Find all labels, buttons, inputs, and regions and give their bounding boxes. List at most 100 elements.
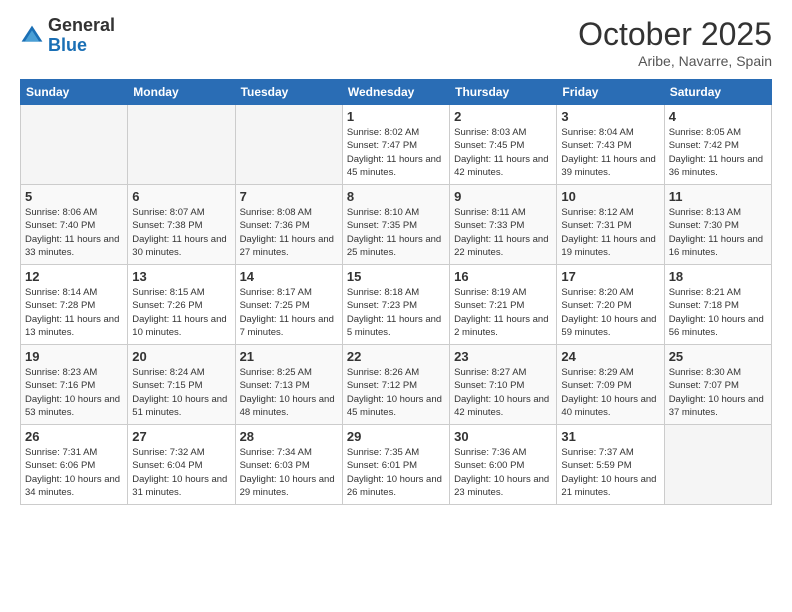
day-info: Sunrise: 7:37 AM Sunset: 5:59 PM Dayligh… <box>561 446 659 499</box>
day-number: 22 <box>347 349 445 364</box>
day-number: 8 <box>347 189 445 204</box>
week-row-4: 19 Sunrise: 8:23 AM Sunset: 7:16 PM Dayli… <box>21 345 772 425</box>
day-cell: 17 Sunrise: 8:20 AM Sunset: 7:20 PM Dayli… <box>557 265 664 345</box>
day-number: 26 <box>25 429 123 444</box>
day-info: Sunrise: 8:10 AM Sunset: 7:35 PM Dayligh… <box>347 206 445 259</box>
header-cell-monday: Monday <box>128 80 235 105</box>
day-number: 27 <box>132 429 230 444</box>
logo-blue-text: Blue <box>48 35 87 55</box>
day-cell: 8 Sunrise: 8:10 AM Sunset: 7:35 PM Daylig… <box>342 185 449 265</box>
week-row-5: 26 Sunrise: 7:31 AM Sunset: 6:06 PM Dayli… <box>21 425 772 505</box>
day-cell: 30 Sunrise: 7:36 AM Sunset: 6:00 PM Dayli… <box>450 425 557 505</box>
day-cell: 14 Sunrise: 8:17 AM Sunset: 7:25 PM Dayli… <box>235 265 342 345</box>
day-cell: 13Sunrise: 8:15 AM Sunset: 7:26 PM Dayli… <box>128 265 235 345</box>
day-cell: 22Sunrise: 8:26 AM Sunset: 7:12 PM Dayli… <box>342 345 449 425</box>
calendar-table: SundayMondayTuesdayWednesdayThursdayFrid… <box>20 79 772 505</box>
day-info: Sunrise: 8:20 AM Sunset: 7:20 PM Dayligh… <box>561 286 659 339</box>
day-number: 18 <box>669 269 767 284</box>
day-cell: 3Sunrise: 8:04 AM Sunset: 7:43 PM Daylig… <box>557 105 664 185</box>
day-info: Sunrise: 8:25 AM Sunset: 7:13 PM Dayligh… <box>240 366 338 419</box>
month-title: October 2025 <box>578 16 772 53</box>
week-row-3: 12 Sunrise: 8:14 AM Sunset: 7:28 PM Dayli… <box>21 265 772 345</box>
day-number: 23 <box>454 349 552 364</box>
day-info: Sunrise: 8:29 AM Sunset: 7:09 PM Dayligh… <box>561 366 659 419</box>
day-number: 24 <box>561 349 659 364</box>
day-cell: 18Sunrise: 8:21 AM Sunset: 7:18 PM Dayli… <box>664 265 771 345</box>
day-cell: 19 Sunrise: 8:23 AM Sunset: 7:16 PM Dayli… <box>21 345 128 425</box>
header-cell-friday: Friday <box>557 80 664 105</box>
day-info: Sunrise: 8:24 AM Sunset: 7:15 PM Dayligh… <box>132 366 230 419</box>
day-cell: 16Sunrise: 8:19 AM Sunset: 7:21 PM Dayli… <box>450 265 557 345</box>
day-number: 14 <box>240 269 338 284</box>
day-info: Sunrise: 8:08 AM Sunset: 7:36 PM Dayligh… <box>240 206 338 259</box>
day-number: 31 <box>561 429 659 444</box>
day-cell: 5 Sunrise: 8:06 AM Sunset: 7:40 PM Daylig… <box>21 185 128 265</box>
day-info: Sunrise: 8:12 AM Sunset: 7:31 PM Dayligh… <box>561 206 659 259</box>
day-number: 1 <box>347 109 445 124</box>
day-number: 19 <box>25 349 123 364</box>
day-info: Sunrise: 7:34 AM Sunset: 6:03 PM Dayligh… <box>240 446 338 499</box>
day-info: Sunrise: 8:06 AM Sunset: 7:40 PM Dayligh… <box>25 206 123 259</box>
day-cell: 7 Sunrise: 8:08 AM Sunset: 7:36 PM Daylig… <box>235 185 342 265</box>
day-info: Sunrise: 8:03 AM Sunset: 7:45 PM Dayligh… <box>454 126 552 179</box>
day-cell: 15Sunrise: 8:18 AM Sunset: 7:23 PM Dayli… <box>342 265 449 345</box>
logo: General Blue <box>20 16 115 56</box>
header-cell-wednesday: Wednesday <box>342 80 449 105</box>
day-info: Sunrise: 8:13 AM Sunset: 7:30 PM Dayligh… <box>669 206 767 259</box>
day-info: Sunrise: 8:07 AM Sunset: 7:38 PM Dayligh… <box>132 206 230 259</box>
week-row-2: 5 Sunrise: 8:06 AM Sunset: 7:40 PM Daylig… <box>21 185 772 265</box>
day-cell: 23 Sunrise: 8:27 AM Sunset: 7:10 PM Dayli… <box>450 345 557 425</box>
day-cell: 21 Sunrise: 8:25 AM Sunset: 7:13 PM Dayli… <box>235 345 342 425</box>
day-info: Sunrise: 7:32 AM Sunset: 6:04 PM Dayligh… <box>132 446 230 499</box>
day-cell: 27 Sunrise: 7:32 AM Sunset: 6:04 PM Dayli… <box>128 425 235 505</box>
day-info: Sunrise: 8:05 AM Sunset: 7:42 PM Dayligh… <box>669 126 767 179</box>
day-number: 17 <box>561 269 659 284</box>
day-info: Sunrise: 8:02 AM Sunset: 7:47 PM Dayligh… <box>347 126 445 179</box>
day-cell: 28 Sunrise: 7:34 AM Sunset: 6:03 PM Dayli… <box>235 425 342 505</box>
day-cell: 24 Sunrise: 8:29 AM Sunset: 7:09 PM Dayli… <box>557 345 664 425</box>
day-cell: 31 Sunrise: 7:37 AM Sunset: 5:59 PM Dayli… <box>557 425 664 505</box>
day-cell: 1 Sunrise: 8:02 AM Sunset: 7:47 PM Daylig… <box>342 105 449 185</box>
day-cell: 25Sunrise: 8:30 AM Sunset: 7:07 PM Dayli… <box>664 345 771 425</box>
day-number: 2 <box>454 109 552 124</box>
day-number: 12 <box>25 269 123 284</box>
day-number: 13 <box>132 269 230 284</box>
day-cell: 12 Sunrise: 8:14 AM Sunset: 7:28 PM Dayli… <box>21 265 128 345</box>
day-number: 30 <box>454 429 552 444</box>
day-info: Sunrise: 7:31 AM Sunset: 6:06 PM Dayligh… <box>25 446 123 499</box>
day-info: Sunrise: 8:19 AM Sunset: 7:21 PM Dayligh… <box>454 286 552 339</box>
day-number: 6 <box>132 189 230 204</box>
day-info: Sunrise: 8:11 AM Sunset: 7:33 PM Dayligh… <box>454 206 552 259</box>
day-number: 21 <box>240 349 338 364</box>
day-info: Sunrise: 7:36 AM Sunset: 6:00 PM Dayligh… <box>454 446 552 499</box>
day-number: 5 <box>25 189 123 204</box>
day-cell: 20 Sunrise: 8:24 AM Sunset: 7:15 PM Dayli… <box>128 345 235 425</box>
header-row: SundayMondayTuesdayWednesdayThursdayFrid… <box>21 80 772 105</box>
day-info: Sunrise: 8:14 AM Sunset: 7:28 PM Dayligh… <box>25 286 123 339</box>
day-number: 11 <box>669 189 767 204</box>
day-info: Sunrise: 8:18 AM Sunset: 7:23 PM Dayligh… <box>347 286 445 339</box>
header-cell-saturday: Saturday <box>664 80 771 105</box>
day-info: Sunrise: 8:27 AM Sunset: 7:10 PM Dayligh… <box>454 366 552 419</box>
day-cell <box>664 425 771 505</box>
day-number: 28 <box>240 429 338 444</box>
header: General Blue October 2025 Aribe, Navarre… <box>20 16 772 69</box>
day-info: Sunrise: 8:30 AM Sunset: 7:07 PM Dayligh… <box>669 366 767 419</box>
day-number: 7 <box>240 189 338 204</box>
day-cell: 2 Sunrise: 8:03 AM Sunset: 7:45 PM Daylig… <box>450 105 557 185</box>
day-cell <box>21 105 128 185</box>
day-info: Sunrise: 8:23 AM Sunset: 7:16 PM Dayligh… <box>25 366 123 419</box>
day-number: 3 <box>561 109 659 124</box>
week-row-1: 1 Sunrise: 8:02 AM Sunset: 7:47 PM Daylig… <box>21 105 772 185</box>
day-cell: 11 Sunrise: 8:13 AM Sunset: 7:30 PM Dayli… <box>664 185 771 265</box>
day-cell: 9Sunrise: 8:11 AM Sunset: 7:33 PM Daylig… <box>450 185 557 265</box>
day-info: Sunrise: 7:35 AM Sunset: 6:01 PM Dayligh… <box>347 446 445 499</box>
day-number: 20 <box>132 349 230 364</box>
day-cell: 26 Sunrise: 7:31 AM Sunset: 6:06 PM Dayli… <box>21 425 128 505</box>
day-info: Sunrise: 8:17 AM Sunset: 7:25 PM Dayligh… <box>240 286 338 339</box>
header-cell-thursday: Thursday <box>450 80 557 105</box>
day-number: 4 <box>669 109 767 124</box>
header-cell-tuesday: Tuesday <box>235 80 342 105</box>
day-number: 29 <box>347 429 445 444</box>
day-cell: 4 Sunrise: 8:05 AM Sunset: 7:42 PM Daylig… <box>664 105 771 185</box>
